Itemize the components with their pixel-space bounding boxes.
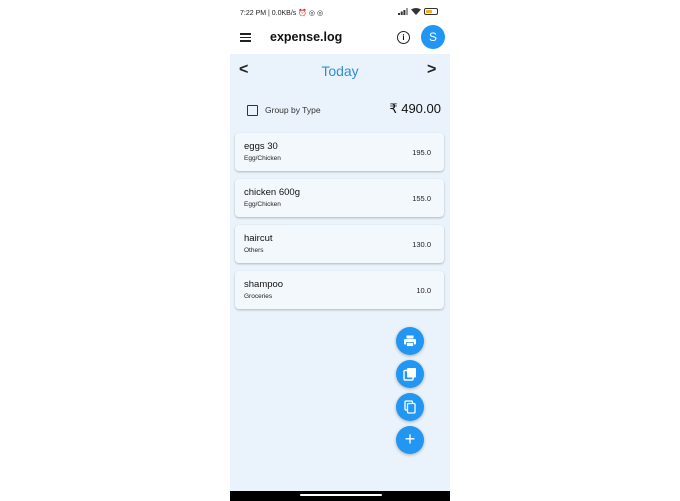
expense-card[interactable]: shampoo Groceries 10.0	[235, 271, 444, 309]
system-navigation-bar	[230, 491, 450, 501]
print-icon	[404, 335, 416, 347]
expense-title: haircut	[244, 233, 273, 244]
expense-amount: 10.0	[416, 286, 431, 295]
expense-amount: 130.0	[412, 240, 431, 249]
status-text: 7:22 PM | 0.0KB/s ⏰ ◎ ◎	[240, 10, 324, 17]
copy-button[interactable]	[396, 393, 424, 421]
copy-icon	[404, 400, 416, 414]
battery-icon	[424, 8, 438, 15]
print-button[interactable]	[396, 327, 424, 355]
total-amount: ₹ 490.00	[389, 101, 441, 116]
expense-category: Others	[244, 247, 264, 254]
app-title: expense.log	[270, 30, 343, 44]
add-to-library-button[interactable]	[396, 360, 424, 388]
library-add-icon	[403, 368, 416, 381]
expense-title: chicken 600g	[244, 187, 300, 198]
expense-title: eggs 30	[244, 141, 278, 152]
menu-icon[interactable]	[240, 33, 251, 42]
expense-card[interactable]: chicken 600g Egg/Chicken 155.0	[235, 179, 444, 217]
wifi-icon	[411, 8, 421, 15]
group-by-type-checkbox[interactable]	[247, 105, 258, 116]
status-icons	[398, 8, 438, 15]
expense-category: Egg/Chicken	[244, 201, 281, 208]
expense-card[interactable]: eggs 30 Egg/Chicken 195.0	[235, 133, 444, 171]
signal-icon	[398, 8, 408, 15]
summary-row: Group by Type ₹ 490.00	[230, 100, 450, 120]
add-expense-button[interactable]: +	[396, 426, 424, 454]
app-bar: expense.log i S	[230, 22, 450, 54]
avatar[interactable]: S	[421, 25, 445, 49]
phone-screen: 7:22 PM | 0.0KB/s ⏰ ◎ ◎ expense.log i S …	[230, 0, 450, 501]
day-title: Today	[321, 63, 359, 79]
expense-amount: 195.0	[412, 148, 431, 157]
expense-amount: 155.0	[412, 194, 431, 203]
info-icon[interactable]: i	[397, 31, 410, 44]
expense-title: shampoo	[244, 279, 284, 290]
next-day-button[interactable]: >	[427, 61, 436, 79]
day-navigator: < Today >	[230, 58, 450, 84]
home-gesture-handle[interactable]	[300, 494, 382, 496]
expense-category: Groceries	[244, 293, 273, 300]
group-by-type-label: Group by Type	[265, 105, 321, 115]
add-icon: +	[404, 429, 416, 449]
expense-category: Egg/Chicken	[244, 155, 281, 162]
expense-card[interactable]: haircut Others 130.0	[235, 225, 444, 263]
